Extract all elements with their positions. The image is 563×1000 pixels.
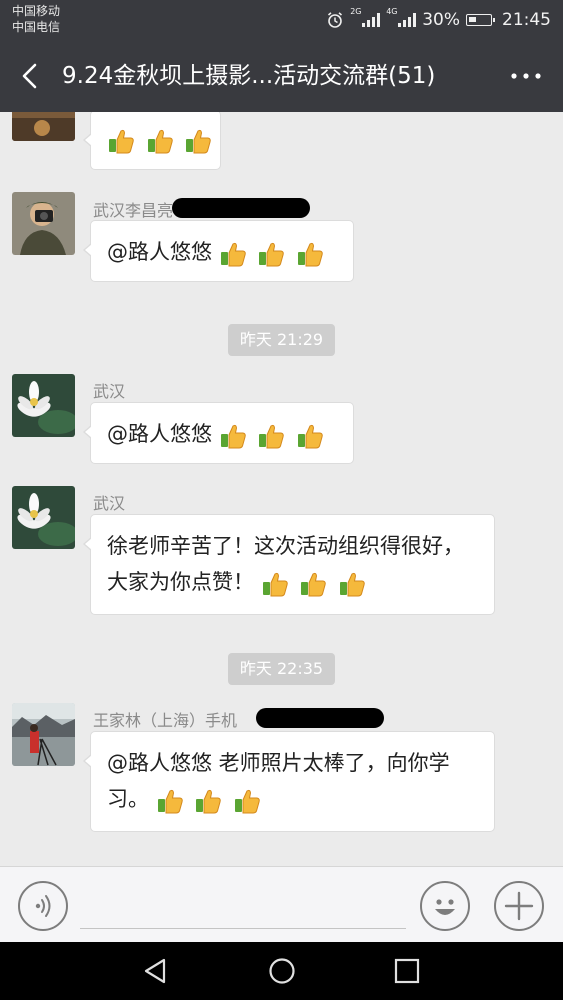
- network-type-1: 2G: [350, 7, 362, 16]
- plus-icon: [504, 891, 534, 921]
- thumbs-up-icon: [220, 424, 246, 449]
- signal-icon-1: 2G: [350, 7, 381, 27]
- input-bar: [0, 866, 563, 942]
- thumbs-up-icon: [259, 242, 285, 267]
- carrier-2: 中国电信: [12, 20, 61, 34]
- thumbs-up-icon: [340, 572, 365, 597]
- chat-header: 9.24金秋坝上摄影...活动交流群(51): [0, 40, 563, 112]
- thumbs-up-icon: [301, 572, 327, 597]
- carrier-info: 中国移动 中国电信: [12, 3, 60, 35]
- thumbs-up-icon: [157, 789, 183, 814]
- message-list[interactable]: 武汉李昌亮 @路人悠悠 昨天 21:29 武汉 @路人悠悠 武汉 徐老师辛苦了！…: [0, 112, 563, 866]
- emoji-button[interactable]: [420, 881, 470, 931]
- message-text: @路人悠悠: [107, 240, 219, 264]
- thumbs-up-icon: [235, 789, 260, 814]
- nav-recent-icon[interactable]: [394, 958, 420, 984]
- plus-button[interactable]: [494, 881, 544, 931]
- sender-name: 王家林（上海）手机: [93, 711, 238, 730]
- message-bubble[interactable]: 徐老师辛苦了！这次活动组织得很好，大家为你点赞！: [83, 514, 495, 615]
- voice-icon: [35, 895, 51, 917]
- carrier-1: 中国移动: [12, 4, 61, 18]
- signal-icon-2: 4G: [386, 7, 417, 27]
- message-bubble[interactable]: [83, 112, 221, 170]
- battery-icon: [466, 14, 495, 26]
- clock: 21:45: [502, 10, 551, 30]
- timestamp-divider: 昨天 21:29: [228, 324, 335, 356]
- thumbs-up-icon: [186, 129, 212, 154]
- battery-percent: 30%: [422, 10, 460, 30]
- chat-title: 9.24金秋坝上摄影...活动交流群(51): [62, 63, 436, 89]
- thumbs-up-icon: [196, 789, 222, 814]
- timestamp-divider: 昨天 22:35: [228, 653, 335, 685]
- thumbs-up-icon: [220, 242, 246, 267]
- avatar[interactable]: [12, 112, 75, 141]
- thumbs-up-icon: [298, 242, 323, 267]
- thumbs-up-icon: [147, 129, 173, 154]
- message-text: @路人悠悠: [107, 422, 219, 446]
- thumbs-up-group: [156, 782, 265, 818]
- thumbs-up-icon: [259, 424, 285, 449]
- redaction-mark: [172, 198, 310, 218]
- emoji-icon: [435, 899, 455, 915]
- avatar[interactable]: [12, 192, 75, 255]
- thumbs-up-icon: [109, 129, 134, 154]
- avatar[interactable]: [12, 486, 75, 549]
- alarm-icon: [328, 12, 343, 28]
- avatar[interactable]: [12, 374, 75, 437]
- message-bubble[interactable]: @路人悠悠: [83, 220, 354, 282]
- voice-button[interactable]: [18, 881, 68, 931]
- nav-back-icon[interactable]: [140, 956, 170, 986]
- avatar[interactable]: [12, 703, 75, 766]
- network-type-2: 4G: [386, 7, 398, 16]
- message-bubble[interactable]: @路人悠悠: [83, 402, 354, 464]
- thumbs-up-group: [261, 565, 370, 601]
- thumbs-up-icon: [262, 572, 288, 597]
- thumbs-up-icon: [298, 424, 323, 449]
- status-bar: 中国移动 中国电信 2G 4G 30% 21:45: [0, 0, 563, 40]
- nav-home-icon[interactable]: [268, 957, 296, 985]
- thumbs-up-group: [219, 417, 328, 453]
- thumbs-up-group: [219, 235, 328, 271]
- thumbs-up-group: [107, 122, 216, 158]
- navigation-bar: [0, 942, 563, 1000]
- chevron-left-icon[interactable]: [14, 60, 46, 92]
- sender-name: 武汉: [93, 382, 126, 401]
- message-bubble[interactable]: @路人悠悠 老师照片太棒了，向你学习。: [83, 731, 495, 832]
- status-indicators: 2G 4G 30% 21:45: [326, 7, 551, 32]
- more-dots-icon[interactable]: [509, 62, 543, 90]
- sender-name: 武汉李昌亮: [93, 201, 174, 220]
- message-input[interactable]: [80, 883, 406, 929]
- redaction-mark: [256, 708, 384, 728]
- sender-name: 武汉: [93, 494, 126, 513]
